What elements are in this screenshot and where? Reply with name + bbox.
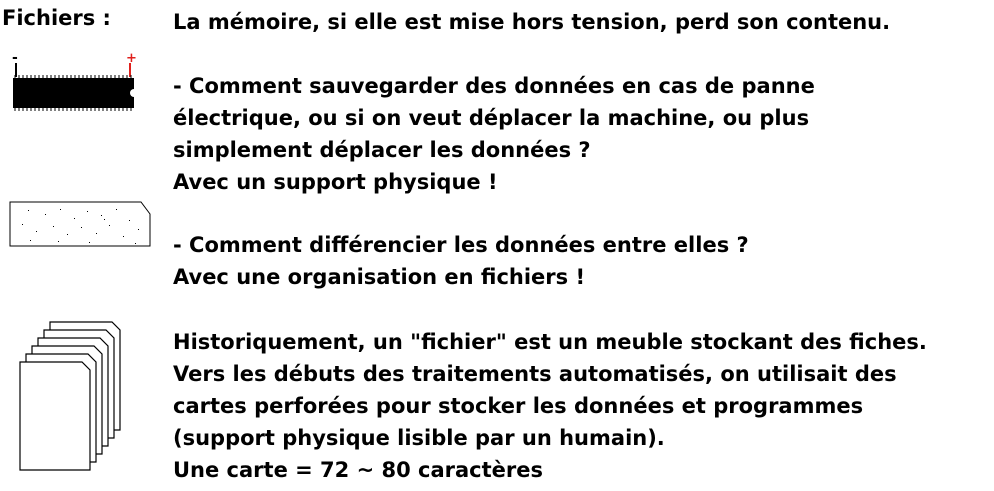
text-line: Une carte = 72 ~ 80 caractères bbox=[173, 458, 543, 482]
text-line: Vers les débuts des traitements automati… bbox=[173, 362, 897, 386]
file-stack-icon bbox=[19, 321, 121, 471]
paragraph-organisation: - Comment différencier les données entre… bbox=[173, 229, 749, 293]
text-line: électrique, ou si on veut déplacer la ma… bbox=[173, 106, 810, 130]
storage-card-icon bbox=[9, 201, 151, 247]
text-line: - Comment sauvegarder des données en cas… bbox=[173, 74, 815, 98]
text-line: - Comment différencier les données entre… bbox=[173, 233, 749, 257]
text-line: Historiquement, un "fichier" est un meub… bbox=[173, 330, 927, 354]
text-line: Avec une organisation en fichiers ! bbox=[173, 265, 586, 289]
memory-chip-icon: - + bbox=[12, 50, 138, 111]
paragraph-history: Historiquement, un "fichier" est un meub… bbox=[173, 326, 927, 486]
plus-sign: + bbox=[126, 51, 137, 66]
text-line: (support physique lisible par un humain)… bbox=[173, 426, 665, 450]
paragraph-save-data: - Comment sauvegarder des données en cas… bbox=[173, 70, 815, 198]
text-line: La mémoire, si elle est mise hors tensio… bbox=[173, 10, 891, 34]
text-line: simplement déplacer les données ? bbox=[173, 138, 591, 162]
text-line: cartes perforées pour stocker les donnée… bbox=[173, 394, 864, 418]
page-title: Fichiers : bbox=[2, 6, 111, 30]
paragraph-memory: La mémoire, si elle est mise hors tensio… bbox=[173, 6, 890, 38]
text-line: Avec un support physique ! bbox=[173, 170, 498, 194]
